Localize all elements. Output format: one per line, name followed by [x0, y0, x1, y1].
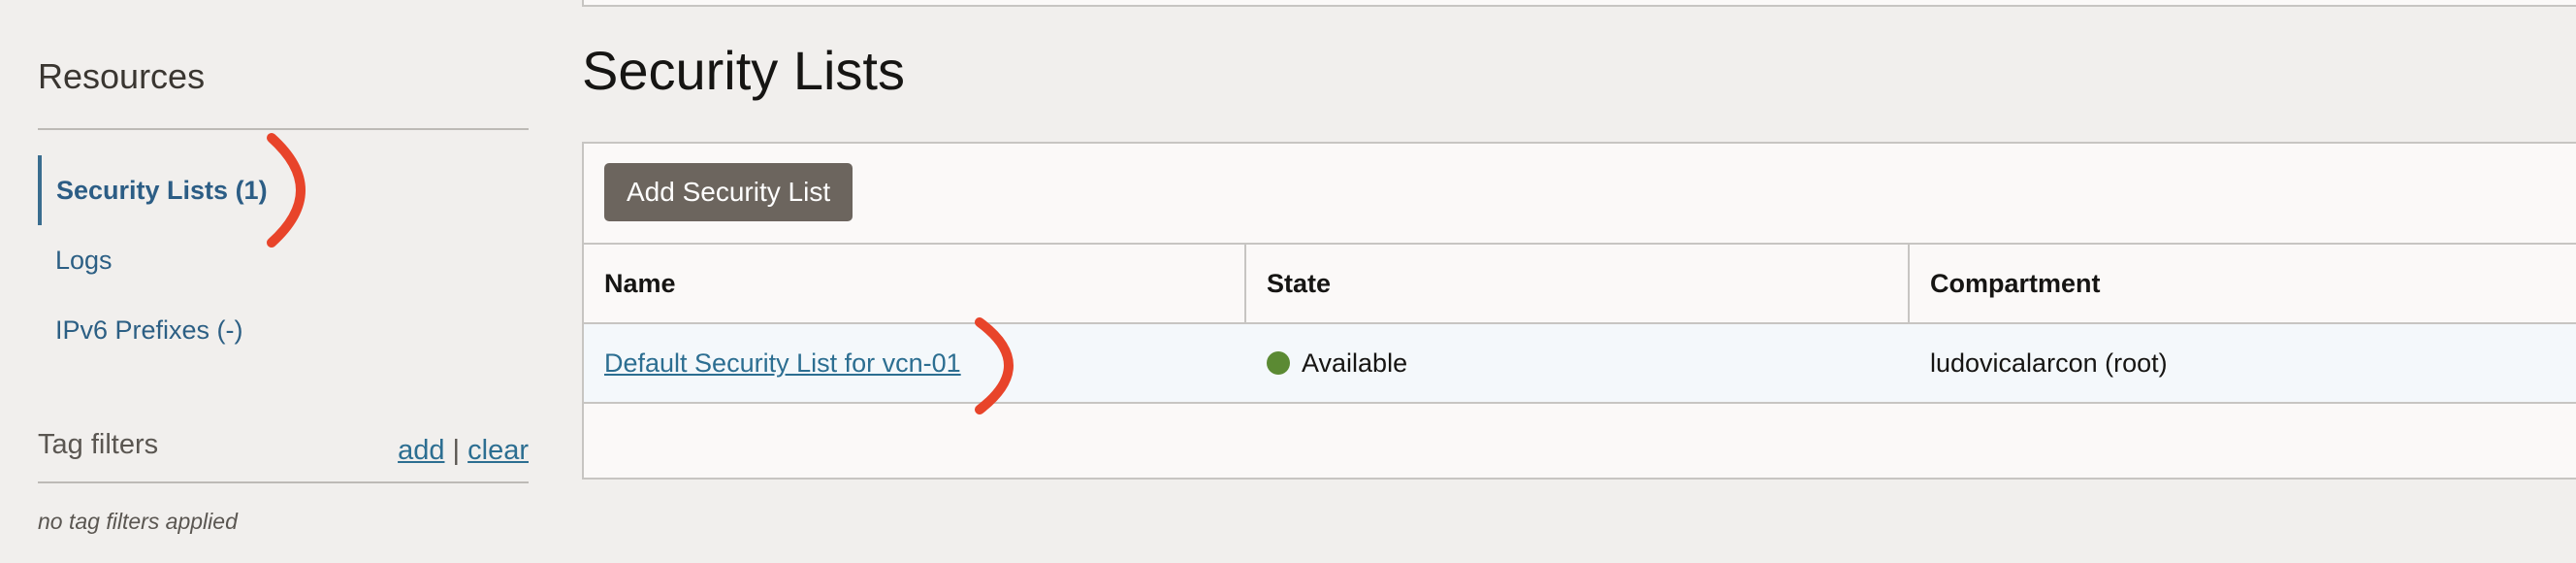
compartment-cell: ludovicalarcon (root) — [1930, 348, 2168, 378]
tag-filters-header: Tag filters add | clear — [38, 425, 529, 480]
sidebar-item-ipv6-prefixes[interactable]: IPv6 Prefixes (-) — [38, 295, 529, 365]
tag-filter-links: add | clear — [398, 435, 529, 467]
table-toolbar: Add Security List — [584, 144, 2576, 245]
annotation-arc-icon — [975, 317, 1014, 414]
tag-filters-title: Tag filters — [38, 429, 159, 460]
top-panel-edge — [582, 0, 2576, 7]
table-row: Default Security List for vcn-01 Availab… — [584, 324, 2576, 404]
annotation-arc-icon — [267, 133, 306, 248]
page-title: Security Lists — [582, 40, 905, 101]
divider — [38, 481, 529, 483]
state-text: Available — [1302, 348, 1408, 378]
security-lists-panel: Add Security List Name State Compartment… — [582, 142, 2576, 480]
column-header-compartment[interactable]: Compartment — [1910, 245, 2576, 322]
add-security-list-button[interactable]: Add Security List — [604, 163, 853, 221]
no-tag-filters-text: no tag filters applied — [38, 509, 238, 534]
divider — [38, 128, 529, 130]
table-header-row: Name State Compartment — [584, 245, 2576, 324]
status-dot-icon — [1267, 350, 1290, 375]
clear-tag-filters-link[interactable]: clear — [467, 435, 529, 466]
state-cell: Available — [1246, 324, 1910, 402]
resources-heading: Resources — [38, 56, 206, 96]
column-header-name[interactable]: Name — [584, 245, 1246, 322]
link-separator: | — [452, 435, 461, 466]
security-list-link[interactable]: Default Security List for vcn-01 — [604, 348, 961, 378]
add-tag-filter-link[interactable]: add — [398, 435, 444, 466]
column-header-state[interactable]: State — [1246, 245, 1910, 322]
name-cell: Default Security List for vcn-01 — [584, 324, 1246, 402]
